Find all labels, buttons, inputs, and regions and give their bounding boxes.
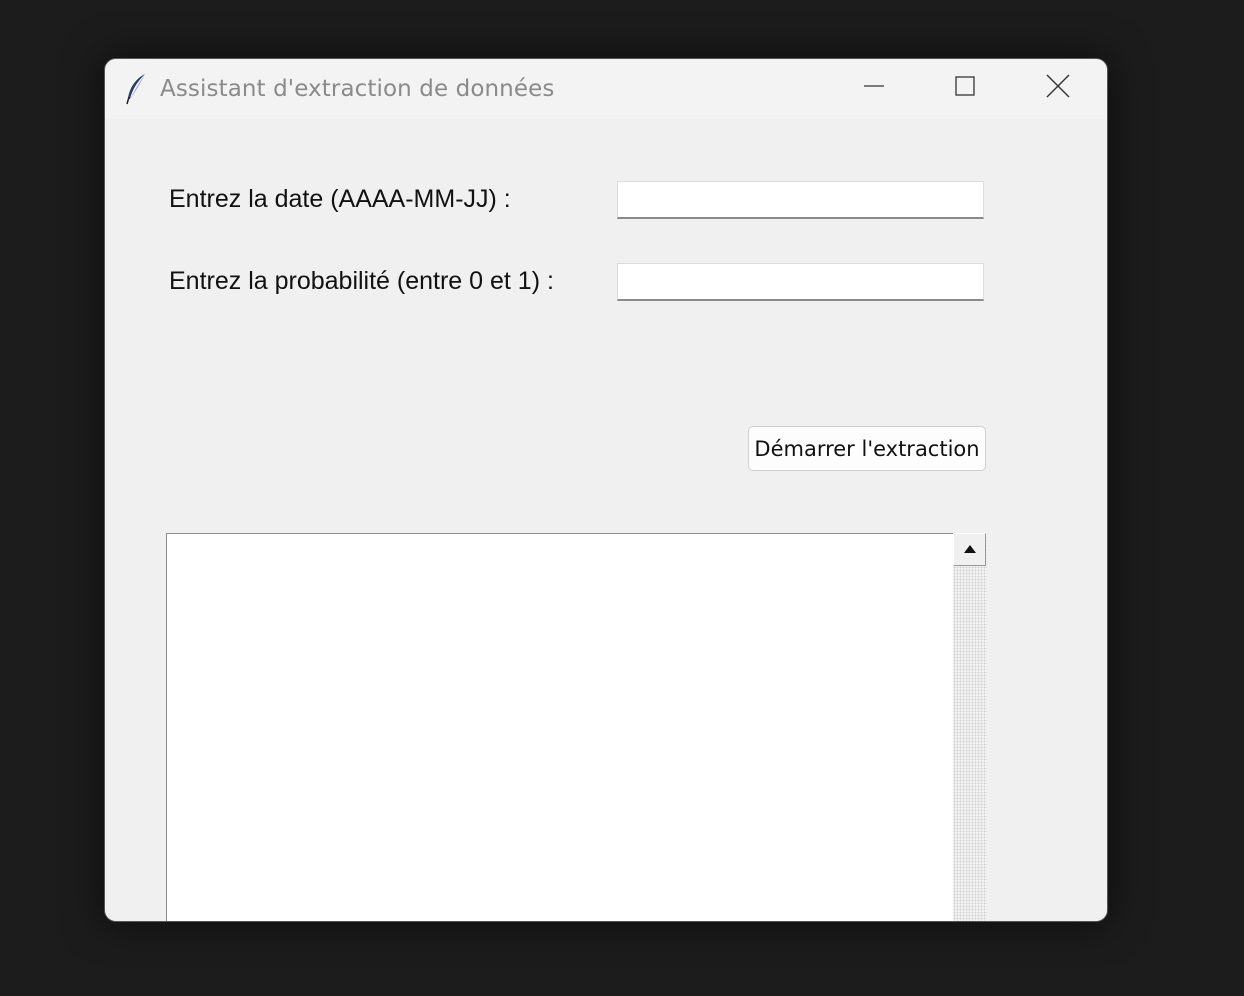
close-button[interactable] bbox=[1013, 59, 1103, 117]
scroll-up-button[interactable] bbox=[953, 533, 986, 566]
title-bar[interactable]: Assistant d'extraction de données bbox=[105, 59, 1107, 119]
client-area: Entrez la date (AAAA-MM-JJ) : Entrez la … bbox=[105, 119, 1107, 921]
close-icon bbox=[1045, 73, 1071, 104]
probability-input[interactable] bbox=[617, 263, 984, 301]
feather-icon bbox=[125, 73, 149, 105]
date-input[interactable] bbox=[617, 181, 984, 219]
date-label: Entrez la date (AAAA-MM-JJ) : bbox=[169, 185, 511, 213]
app-window: Assistant d'extraction de données Entrez… bbox=[104, 58, 1108, 922]
vertical-scrollbar[interactable] bbox=[953, 533, 987, 921]
maximize-button[interactable] bbox=[920, 59, 1010, 117]
start-extraction-button[interactable]: Démarrer l'extraction bbox=[748, 426, 986, 471]
minimize-button[interactable] bbox=[829, 59, 919, 117]
triangle-up-icon bbox=[963, 541, 977, 559]
maximize-icon bbox=[953, 74, 977, 103]
probability-label: Entrez la probabilité (entre 0 et 1) : bbox=[169, 267, 554, 295]
window-title: Assistant d'extraction de données bbox=[160, 76, 555, 102]
minimize-icon bbox=[862, 74, 886, 103]
output-textarea[interactable] bbox=[166, 533, 953, 921]
